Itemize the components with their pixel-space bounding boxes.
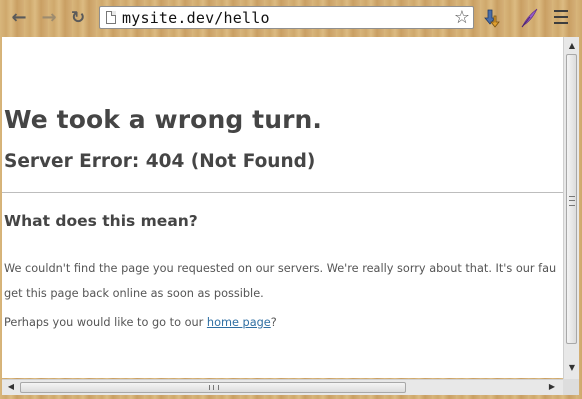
- home-prompt-text: Perhaps you would like to go to our: [4, 316, 207, 329]
- grip-icon: [569, 196, 575, 206]
- error-status: Server Error: 404 (Not Found): [4, 151, 316, 172]
- horizontal-scrollbar[interactable]: ◀ ▶: [2, 379, 563, 395]
- hamburger-menu-icon[interactable]: [554, 10, 568, 24]
- vertical-scroll-thumb[interactable]: [566, 54, 577, 344]
- browser-window: ← → ↻ mysite.dev/hello ☆ We took a wrong…: [0, 0, 582, 399]
- scroll-left-arrow-icon[interactable]: ◀: [4, 381, 18, 393]
- page-heading: We took a wrong turn.: [4, 105, 323, 134]
- explanation-paragraph: We couldn't find the page you requested …: [4, 256, 556, 306]
- scroll-right-arrow-icon[interactable]: ▶: [545, 381, 559, 393]
- reload-icon[interactable]: ↻: [68, 8, 88, 28]
- explanation-line-2: get this page back online as soon as pos…: [4, 287, 264, 300]
- url-text[interactable]: mysite.dev/hello: [122, 9, 270, 27]
- horizontal-scroll-thumb[interactable]: [20, 382, 406, 393]
- home-prompt-end: ?: [270, 316, 277, 329]
- forward-arrow-icon[interactable]: →: [39, 8, 59, 28]
- star-icon[interactable]: ☆: [454, 7, 470, 28]
- scroll-up-arrow-icon[interactable]: ▲: [565, 40, 579, 52]
- scroll-down-arrow-icon[interactable]: ▼: [565, 362, 579, 374]
- address-bar[interactable]: mysite.dev/hello ☆: [99, 6, 474, 29]
- grip-icon: [209, 385, 219, 390]
- scrollbar-corner: [563, 379, 579, 395]
- back-arrow-icon[interactable]: ←: [9, 8, 29, 28]
- browser-toolbar: ← → ↻ mysite.dev/hello ☆: [0, 0, 582, 36]
- explanation-line-1: We couldn't find the page you requested …: [4, 262, 557, 275]
- feather-quill-extension-icon[interactable]: [519, 7, 539, 29]
- download-arrow-extension-icon[interactable]: [484, 8, 502, 28]
- vertical-scrollbar[interactable]: ▲ ▼: [563, 37, 579, 379]
- divider: [2, 192, 563, 193]
- home-page-link[interactable]: home page: [207, 316, 271, 329]
- section-title: What does this mean?: [4, 212, 198, 230]
- home-prompt: Perhaps you would like to go to our home…: [4, 316, 277, 329]
- page-icon: [106, 11, 116, 24]
- page-content: We took a wrong turn. Server Error: 404 …: [2, 37, 563, 378]
